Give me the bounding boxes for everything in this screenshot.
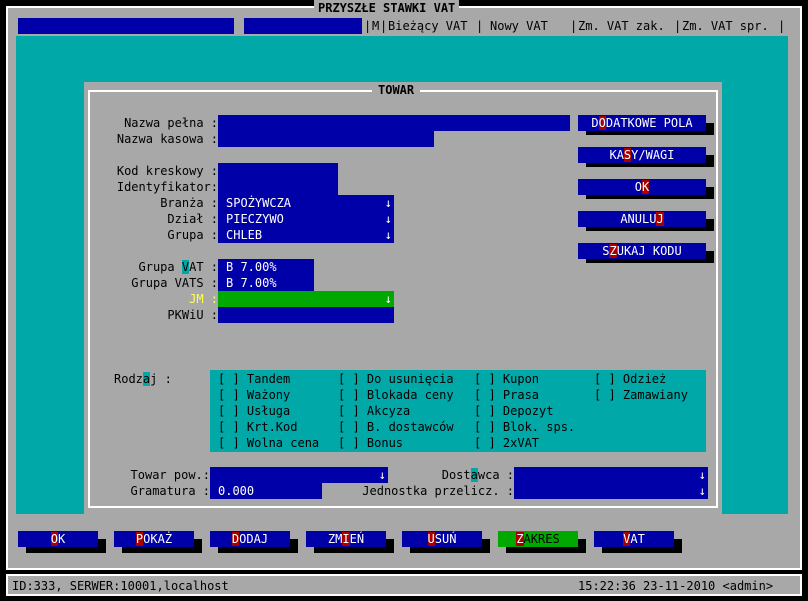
bottom-button-0[interactable]: OK xyxy=(18,531,98,547)
side-button-1[interactable]: KASY/WAGI xyxy=(578,147,706,163)
dzial-label: Dział : xyxy=(167,212,218,226)
grupa-vat-label: Grupa VAT : xyxy=(138,260,218,274)
kod-kreskowy-input[interactable] xyxy=(218,163,338,179)
tab-m[interactable]: M xyxy=(372,18,379,34)
bottom-button-2[interactable]: DODAJ xyxy=(210,531,290,547)
rodzaj-checkbox[interactable]: [ ] Akcyza xyxy=(338,403,410,419)
nazwa-pelna-label: Nazwa pełna : xyxy=(124,116,218,130)
nazwa-pelna-input[interactable] xyxy=(218,115,570,131)
tab-zm-vat-spr[interactable]: Zm. VAT spr. xyxy=(682,18,769,34)
rodzaj-checkbox[interactable]: [ ] Zamawiany xyxy=(594,387,688,403)
towar-pow-label: Towar pow.: xyxy=(130,468,210,482)
chevron-down-icon[interactable]: ↓ xyxy=(699,483,706,499)
dostawca-select[interactable]: ↓ xyxy=(514,467,708,483)
dialog-title: TOWAR xyxy=(372,82,421,98)
branza-value: SPOŻYWCZA xyxy=(226,196,292,210)
dzial-value: PIECZYWO xyxy=(226,212,284,226)
tab-zm-vat-zak[interactable]: Zm. VAT zak. xyxy=(578,18,665,34)
tab-blank-1[interactable] xyxy=(18,18,234,34)
dzial-select[interactable]: PIECZYWO ↓ xyxy=(218,211,394,227)
rodzaj-checkbox[interactable]: [ ] Odzież xyxy=(594,371,666,387)
rodzaj-checkbox[interactable]: [ ] Krt.Kod xyxy=(218,419,297,435)
tab-separator: | xyxy=(380,19,388,33)
bottom-button-4[interactable]: USUŃ xyxy=(402,531,482,547)
bottom-button-1[interactable]: POKAŻ xyxy=(114,531,194,547)
grupa-vats-input[interactable]: B 7.00% xyxy=(218,275,314,291)
kod-kreskowy-label: Kod kreskowy : xyxy=(116,164,218,178)
side-button-3[interactable]: ANULUJ xyxy=(578,211,706,227)
window-title: PRZYSZŁE STAWKI VAT xyxy=(314,0,460,16)
dostawca-label: Dostawca : xyxy=(441,468,514,482)
bottom-button-5[interactable]: ZAKRES xyxy=(498,531,578,547)
tab-separator: | xyxy=(364,19,372,33)
rodzaj-checkbox[interactable]: [ ] B. dostawców xyxy=(338,419,454,435)
tab-separator: | xyxy=(476,19,484,33)
rodzaj-label: Rodzaj : xyxy=(114,372,172,386)
gramatura-input[interactable]: 0.000 xyxy=(210,483,322,499)
tab-separator: | xyxy=(778,19,786,33)
tab-separator: | xyxy=(570,19,578,33)
identyfikator-input[interactable] xyxy=(218,179,338,195)
chevron-down-icon[interactable]: ↓ xyxy=(385,291,392,307)
rodzaj-checkbox[interactable]: [ ] Tandem xyxy=(218,371,290,387)
rodzaj-checkbox[interactable]: [ ] Depozyt xyxy=(474,403,553,419)
grupa-vat-input[interactable]: B 7.00% xyxy=(218,259,314,275)
grupa-value: CHLEB xyxy=(226,228,263,242)
rodzaj-checkbox[interactable]: [ ] Kupon xyxy=(474,371,539,387)
chevron-down-icon[interactable]: ↓ xyxy=(699,467,706,483)
tab-blank-2[interactable] xyxy=(244,18,362,34)
rodzaj-checkbox[interactable]: [ ] Ważony xyxy=(218,387,290,403)
bottom-button-3[interactable]: ZMIEŃ xyxy=(306,531,386,547)
pkwiu-input[interactable] xyxy=(218,307,394,323)
rodzaj-checkbox[interactable]: [ ] Prasa xyxy=(474,387,539,403)
nazwa-kasowa-input[interactable] xyxy=(218,131,434,147)
tab-biezacy-vat[interactable]: Bieżący VAT xyxy=(388,18,467,34)
rodzaj-checkbox[interactable]: [ ] Wolna cena xyxy=(218,435,319,451)
rodzaj-checkbox[interactable]: [ ] 2xVAT xyxy=(474,435,539,451)
identyfikator-label: Identyfikator: xyxy=(116,180,218,194)
tab-nowy-vat[interactable]: Nowy VAT xyxy=(490,18,548,34)
bottom-button-6[interactable]: VAT xyxy=(594,531,674,547)
jednostka-przelicz-label: Jednostka przelicz. : xyxy=(362,484,514,498)
rodzaj-checkbox[interactable]: [ ] Bonus xyxy=(338,435,403,451)
grupa-select[interactable]: CHLEB ↓ xyxy=(218,227,394,243)
side-button-4[interactable]: SZUKAJ KODU xyxy=(578,243,706,259)
side-button-0[interactable]: DODATKOWE POLA xyxy=(578,115,706,131)
rodzaj-checkbox[interactable]: [ ] Blokada ceny xyxy=(338,387,454,403)
side-button-2[interactable]: OK xyxy=(578,179,706,195)
gramatura-label: Gramatura : xyxy=(130,484,210,498)
jm-label: JM : xyxy=(189,292,218,306)
tab-separator: | xyxy=(674,19,682,33)
chevron-down-icon[interactable]: ↓ xyxy=(385,195,392,211)
status-right: 15:22:36 23-11-2010 <admin> xyxy=(578,579,774,593)
rodzaj-checkbox[interactable]: [ ] Blok. sps. xyxy=(474,419,575,435)
grupa-label: Grupa : xyxy=(167,228,218,242)
rodzaj-checkbox[interactable]: [ ] Do usunięcia xyxy=(338,371,454,387)
jednostka-przelicz-select[interactable]: ↓ xyxy=(514,483,708,499)
nazwa-kasowa-label: Nazwa kasowa : xyxy=(116,132,218,146)
chevron-down-icon[interactable]: ↓ xyxy=(385,211,392,227)
rodzaj-checkbox[interactable]: [ ] Usługa xyxy=(218,403,290,419)
branza-select[interactable]: SPOŻYWCZA ↓ xyxy=(218,195,394,211)
pkwiu-label: PKWiU : xyxy=(167,308,218,322)
status-left: ID:333, SERWER:10001,localhost xyxy=(12,579,229,593)
chevron-down-icon[interactable]: ↓ xyxy=(385,227,392,243)
branza-label: Branża : xyxy=(160,196,218,210)
jm-select[interactable]: ↓ xyxy=(218,291,394,307)
grupa-vats-label: Grupa VATS : xyxy=(131,276,218,290)
